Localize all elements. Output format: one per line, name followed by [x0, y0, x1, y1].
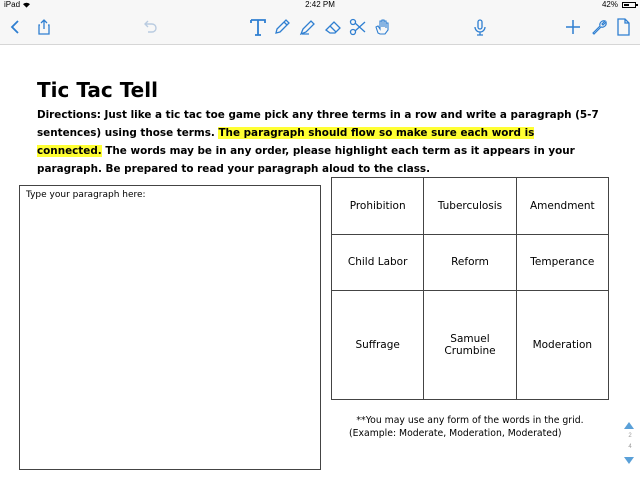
tic-tac-toe-grid: Prohibition Tuberculosis Amendment Child… [330, 177, 610, 400]
grid-cell: Moderation [515, 290, 610, 400]
share-icon[interactable] [34, 17, 54, 37]
note-line-1: **You may use any form of the words in t… [356, 415, 584, 426]
microphone-icon[interactable] [470, 17, 490, 37]
battery-icon [622, 2, 638, 8]
text-tool-icon[interactable] [248, 17, 268, 37]
grid-cell: Prohibition [330, 177, 425, 235]
add-icon[interactable] [563, 17, 583, 37]
hand-icon[interactable] [372, 17, 392, 37]
wrench-icon[interactable] [589, 17, 609, 37]
eraser-icon[interactable] [323, 17, 343, 37]
directions-text: Directions: Just like a tic tac toe game… [37, 106, 599, 178]
note-line-2: (Example: Moderate, Moderation, Moderate… [349, 428, 562, 439]
grid-cell: Temperance [515, 233, 610, 292]
grid-note: **You may use any form of the words in t… [331, 414, 609, 440]
back-icon[interactable] [6, 17, 26, 37]
undo-icon[interactable] [140, 17, 160, 37]
clock: 2:42 PM [305, 0, 335, 9]
page-up-icon[interactable] [624, 422, 634, 429]
page-title: Tic Tac Tell [37, 78, 158, 102]
battery-percent: 42% [601, 0, 618, 9]
grid-cell: Samuel Crumbine [423, 290, 517, 400]
highlighter-icon[interactable] [297, 17, 317, 37]
pen-icon[interactable] [272, 17, 292, 37]
grid-cell: Amendment [515, 177, 610, 235]
grid-cell: Reform [423, 233, 517, 292]
total-pages: 4 [628, 444, 632, 450]
status-bar: iPad 2:42 PM 42% [0, 0, 640, 10]
grid-cell: Tuberculosis [423, 177, 517, 235]
directions-part2: The words may be in any order, please hi… [37, 145, 575, 175]
toolbar [0, 10, 640, 45]
grid-cell: Suffrage [330, 290, 425, 400]
grid-cell: Child Labor [330, 233, 425, 292]
paragraph-textbox[interactable]: Type your paragraph here: [19, 185, 321, 470]
document-page: Tic Tac Tell Directions: Just like a tic… [0, 45, 620, 480]
page-scroller[interactable]: 2 4 [622, 422, 636, 466]
current-page: 2 [628, 433, 632, 439]
scissors-icon[interactable] [348, 17, 368, 37]
document-icon[interactable] [613, 17, 633, 37]
textbox-label: Type your paragraph here: [26, 190, 146, 200]
page-down-icon[interactable] [624, 457, 634, 464]
